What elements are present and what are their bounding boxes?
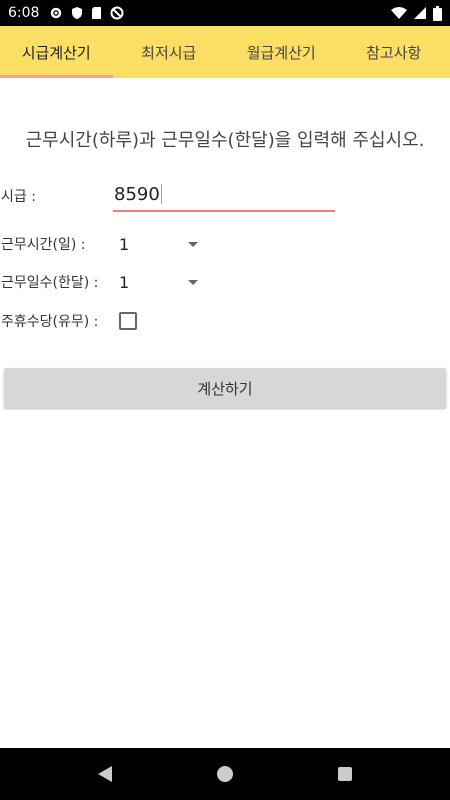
no-data-icon bbox=[110, 6, 124, 20]
status-time: 6:08 bbox=[8, 5, 40, 21]
tab-monthly-calculator[interactable]: 월급계산기 bbox=[225, 26, 338, 78]
settings-icon bbox=[51, 7, 62, 19]
wage-row: 시급 : bbox=[0, 186, 112, 206]
battery-icon bbox=[433, 5, 442, 21]
wifi-icon bbox=[391, 7, 407, 19]
tab-notes[interactable]: 참고사항 bbox=[338, 26, 450, 78]
calculate-button[interactable]: 계산하기 bbox=[4, 368, 446, 408]
shield-icon bbox=[72, 7, 83, 19]
days-row: 근무일수(한달) : 1 bbox=[0, 267, 198, 297]
text-cursor bbox=[160, 184, 162, 204]
wage-input[interactable]: 8590 bbox=[113, 178, 335, 212]
days-select[interactable]: 1 bbox=[112, 267, 198, 297]
signal-icon bbox=[414, 7, 426, 19]
dropdown-arrow-icon bbox=[188, 279, 198, 285]
recent-apps-icon[interactable] bbox=[338, 767, 352, 781]
hours-label: 근무시간(일) : bbox=[1, 237, 86, 253]
holiday-pay-checkbox[interactable] bbox=[119, 312, 137, 330]
tab-bar: 시급계산기 최저시급 월급계산기 참고사항 bbox=[0, 26, 450, 78]
hours-value: 1 bbox=[119, 234, 130, 254]
dropdown-arrow-icon bbox=[188, 241, 198, 247]
hours-row: 근무시간(일) : 1 bbox=[0, 229, 198, 259]
wage-value: 8590 bbox=[114, 183, 160, 205]
home-icon[interactable] bbox=[217, 766, 233, 782]
wage-label: 시급 : bbox=[1, 189, 36, 205]
holiday-pay-label: 주휴수당(유무) : bbox=[1, 314, 99, 330]
sd-card-icon bbox=[92, 7, 102, 19]
tab-minimum-wage[interactable]: 최저시급 bbox=[113, 26, 226, 78]
back-icon[interactable] bbox=[98, 766, 112, 782]
navigation-bar bbox=[0, 748, 450, 800]
tab-hourly-calculator[interactable]: 시급계산기 bbox=[0, 26, 113, 78]
hours-select[interactable]: 1 bbox=[112, 229, 198, 259]
days-value: 1 bbox=[119, 272, 130, 292]
days-label: 근무일수(한달) : bbox=[1, 275, 99, 291]
instruction-text: 근무시간(하루)과 근무일수(한달)을 입력해 주십시오. bbox=[25, 130, 425, 151]
status-bar: 6:08 bbox=[0, 0, 450, 26]
holiday-pay-row: 주휴수당(유무) : bbox=[0, 311, 137, 331]
